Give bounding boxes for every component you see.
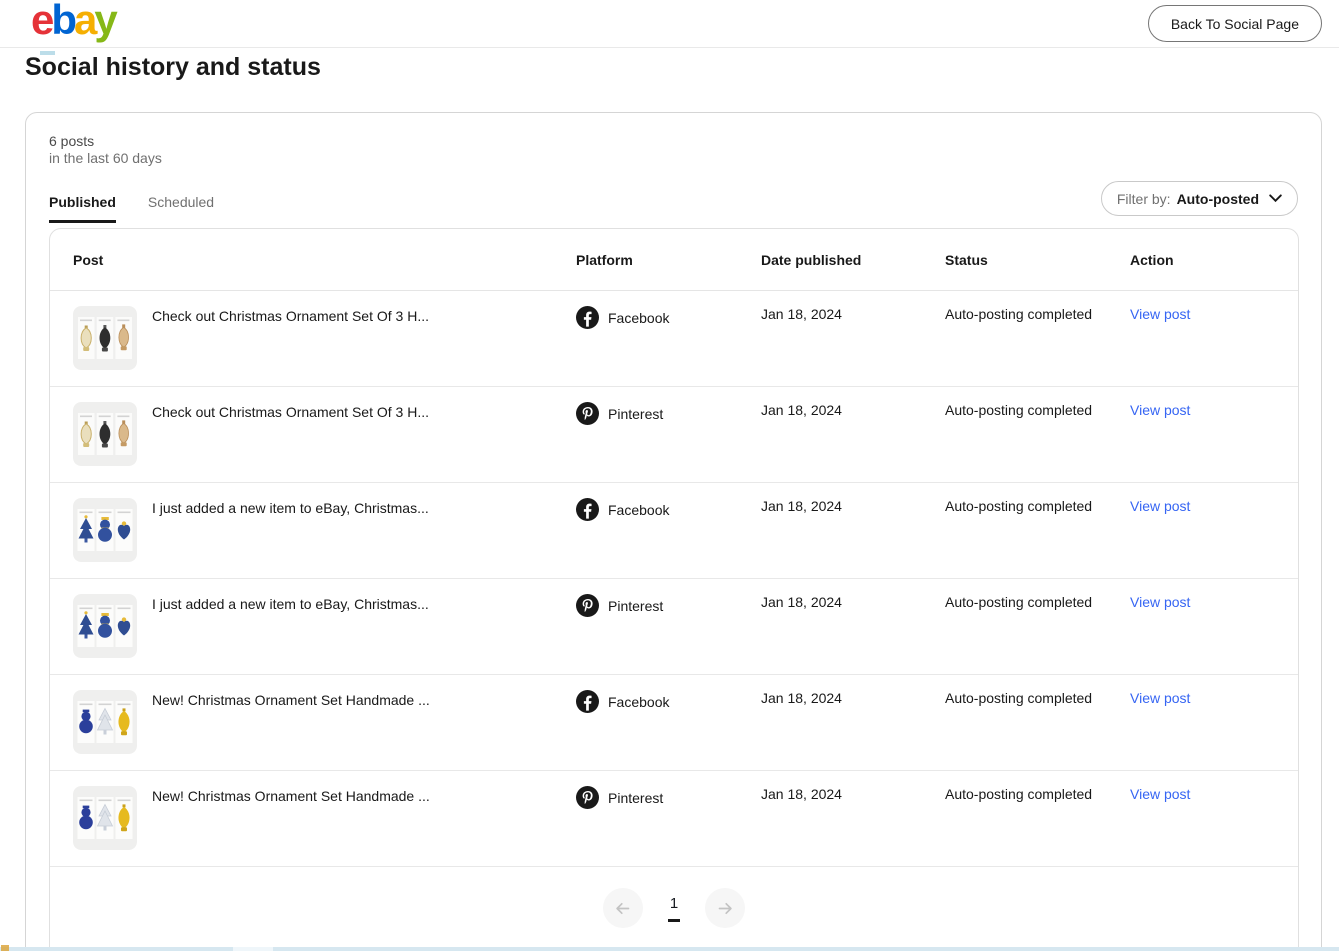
pagination: 1 bbox=[50, 867, 1298, 945]
table-row: Check out Christmas Ornament Set Of 3 H.… bbox=[50, 387, 1298, 483]
view-post-link[interactable]: View post bbox=[1130, 402, 1190, 418]
view-post-link[interactable]: View post bbox=[1130, 594, 1190, 610]
view-post-link[interactable]: View post bbox=[1130, 306, 1190, 322]
filter-label: Filter by: bbox=[1116, 190, 1171, 207]
platform-label: Pinterest bbox=[608, 790, 664, 806]
column-header-action: Action bbox=[1130, 251, 1174, 268]
post-status: Auto-posting completed bbox=[945, 786, 1093, 802]
facebook-icon bbox=[576, 498, 599, 521]
logo-letter-y: y bbox=[94, 0, 117, 43]
post-status: Auto-posting completed bbox=[945, 498, 1093, 514]
tab-bar: Published Scheduled bbox=[49, 194, 214, 223]
table-row: I just added a new item to eBay, Christm… bbox=[50, 483, 1298, 579]
pinterest-icon bbox=[576, 594, 599, 617]
date-published: Jan 18, 2024 bbox=[761, 690, 842, 706]
post-status: Auto-posting completed bbox=[945, 690, 1093, 706]
arrow-right-icon bbox=[718, 902, 732, 914]
date-published: Jan 18, 2024 bbox=[761, 786, 842, 802]
table-header-row: Post Platform Date published Status Acti… bbox=[50, 229, 1298, 291]
post-title: Check out Christmas Ornament Set Of 3 H.… bbox=[152, 308, 429, 324]
chevron-down-icon bbox=[1269, 194, 1282, 203]
column-header-post: Post bbox=[73, 251, 104, 268]
tab-published[interactable]: Published bbox=[49, 194, 116, 223]
post-title: New! Christmas Ornament Set Handmade ... bbox=[152, 788, 430, 804]
facebook-icon bbox=[576, 306, 599, 329]
pagination-current-page[interactable]: 1 bbox=[667, 895, 681, 922]
post-thumbnail[interactable] bbox=[73, 690, 137, 754]
pinterest-icon bbox=[576, 402, 599, 425]
post-title: Check out Christmas Ornament Set Of 3 H.… bbox=[152, 404, 429, 420]
posts-count: 6 posts bbox=[49, 133, 95, 149]
platform-label: Facebook bbox=[608, 502, 670, 518]
table-row: New! Christmas Ornament Set Handmade ...… bbox=[50, 771, 1298, 867]
column-header-date-published: Date published bbox=[761, 251, 862, 268]
posts-summary: 6 posts in the last 60 days bbox=[49, 133, 162, 167]
back-to-social-page-button[interactable]: Back To Social Page bbox=[1147, 5, 1322, 42]
page-title: Social history and status bbox=[25, 53, 321, 81]
platform-label: Pinterest bbox=[608, 598, 664, 614]
column-header-status: Status bbox=[945, 251, 988, 268]
filter-dropdown[interactable]: Filter by: Auto-posted bbox=[1100, 181, 1298, 216]
post-status: Auto-posting completed bbox=[945, 306, 1093, 322]
facebook-icon bbox=[576, 690, 599, 713]
post-title: I just added a new item to eBay, Christm… bbox=[152, 596, 429, 612]
pagination-prev-button[interactable] bbox=[602, 888, 643, 928]
date-published: Jan 18, 2024 bbox=[761, 498, 842, 514]
column-header-platform: Platform bbox=[576, 251, 633, 268]
date-published: Jan 18, 2024 bbox=[761, 594, 842, 610]
arrow-left-icon bbox=[616, 902, 630, 914]
view-post-link[interactable]: View post bbox=[1130, 498, 1190, 514]
date-published: Jan 18, 2024 bbox=[761, 306, 842, 322]
post-thumbnail[interactable] bbox=[73, 594, 137, 658]
posts-period: in the last 60 days bbox=[49, 150, 162, 166]
platform-label: Pinterest bbox=[608, 406, 664, 422]
top-header-bar: ebay Back To Social Page bbox=[0, 0, 1339, 48]
logo-letter-a: a bbox=[74, 0, 97, 43]
table-body: Check out Christmas Ornament Set Of 3 H.… bbox=[50, 291, 1298, 867]
tab-scheduled[interactable]: Scheduled bbox=[148, 194, 214, 223]
date-published: Jan 18, 2024 bbox=[761, 402, 842, 418]
post-status: Auto-posting completed bbox=[945, 402, 1093, 418]
post-thumbnail[interactable] bbox=[73, 306, 137, 370]
view-post-link[interactable]: View post bbox=[1130, 786, 1190, 802]
ebay-logo[interactable]: ebay bbox=[31, 0, 118, 44]
platform-label: Facebook bbox=[608, 310, 670, 326]
post-thumbnail[interactable] bbox=[73, 786, 137, 850]
posts-table: Post Platform Date published Status Acti… bbox=[49, 228, 1299, 951]
logo-letter-b: b bbox=[51, 0, 77, 43]
pagination-next-button[interactable] bbox=[705, 888, 746, 928]
social-history-panel: 6 posts in the last 60 days Published Sc… bbox=[25, 112, 1322, 951]
pinterest-icon bbox=[576, 786, 599, 809]
table-row: Check out Christmas Ornament Set Of 3 H.… bbox=[50, 291, 1298, 387]
post-thumbnail[interactable] bbox=[73, 498, 137, 562]
logo-letter-e: e bbox=[31, 0, 54, 43]
table-row: New! Christmas Ornament Set Handmade ...… bbox=[50, 675, 1298, 771]
post-title: New! Christmas Ornament Set Handmade ... bbox=[152, 692, 430, 708]
view-post-link[interactable]: View post bbox=[1130, 690, 1190, 706]
platform-label: Facebook bbox=[608, 694, 670, 710]
post-thumbnail[interactable] bbox=[73, 402, 137, 466]
post-title: I just added a new item to eBay, Christm… bbox=[152, 500, 429, 516]
table-row: I just added a new item to eBay, Christm… bbox=[50, 579, 1298, 675]
corner-artifact bbox=[1, 945, 9, 951]
horizontal-scrollbar[interactable] bbox=[0, 947, 1339, 951]
filter-value: Auto-posted bbox=[1176, 190, 1259, 207]
scrollbar-thumb[interactable] bbox=[233, 947, 273, 951]
post-status: Auto-posting completed bbox=[945, 594, 1093, 610]
